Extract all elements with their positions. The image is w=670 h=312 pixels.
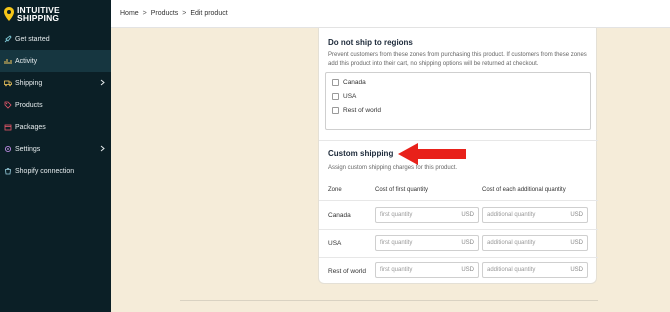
row-divider	[319, 229, 598, 230]
currency-suffix: USD	[461, 240, 474, 246]
sidebar-item-label: Settings	[15, 145, 41, 153]
column-header-additional-quantity: Cost of each additional quantity	[482, 187, 566, 193]
sidebar-item-settings[interactable]: Settings	[0, 138, 111, 160]
sidebar-item-packages[interactable]: Packages	[0, 116, 111, 138]
breadcrumb: Home > Products > Edit product	[120, 10, 228, 17]
currency-suffix: USD	[461, 267, 474, 273]
location-pin-icon	[4, 7, 14, 21]
sidebar: INTUITIVE SHIPPING Get started Activity …	[0, 0, 111, 312]
input-placeholder: first quantity	[380, 267, 413, 273]
chart-icon	[4, 57, 12, 65]
additional-quantity-input-canada[interactable]: additional quantity USD	[482, 207, 588, 223]
table-divider	[319, 200, 598, 201]
sidebar-item-shopify-connection[interactable]: Shopify connection	[0, 160, 111, 182]
breadcrumb-current: Edit product	[190, 10, 228, 17]
input-placeholder: additional quantity	[487, 240, 536, 246]
input-placeholder: additional quantity	[487, 212, 536, 218]
sidebar-item-label: Products	[15, 101, 43, 109]
sidebar-item-get-started[interactable]: Get started	[0, 28, 111, 50]
currency-suffix: USD	[570, 240, 583, 246]
checkbox[interactable]	[332, 92, 339, 100]
input-placeholder: first quantity	[380, 212, 413, 218]
zone-label-canada: Canada	[328, 212, 351, 219]
sidebar-item-shipping[interactable]: Shipping	[0, 72, 111, 94]
first-quantity-input-rest-of-world[interactable]: first quantity USD	[375, 262, 479, 278]
logo-text: INTUITIVE SHIPPING	[17, 5, 60, 23]
app-logo[interactable]: INTUITIVE SHIPPING	[0, 0, 111, 28]
region-checkbox-list: Canada USA Rest of world	[325, 72, 591, 130]
sidebar-item-label: Shipping	[15, 79, 43, 87]
column-header-zone: Zone	[328, 187, 342, 193]
breadcrumb-separator: >	[182, 10, 187, 17]
region-option-usa[interactable]: USA	[326, 89, 590, 103]
region-label: Rest of world	[343, 106, 381, 114]
first-quantity-input-canada[interactable]: first quantity USD	[375, 207, 479, 223]
box-icon	[4, 123, 12, 131]
chevron-right-icon[interactable]	[100, 145, 105, 152]
sidebar-item-label: Activity	[15, 57, 38, 65]
checkbox[interactable]	[332, 106, 339, 114]
region-option-canada[interactable]: Canada	[326, 75, 590, 89]
shopify-icon	[4, 167, 12, 175]
region-label: USA	[343, 92, 357, 100]
region-option-rest-of-world[interactable]: Rest of world	[326, 103, 590, 117]
zone-label-rest-of-world: Rest of world	[328, 268, 366, 275]
do-not-ship-description: Prevent customers from these zones from …	[328, 52, 587, 67]
sidebar-item-label: Shopify connection	[15, 167, 75, 175]
sidebar-item-label: Get started	[15, 35, 50, 43]
zone-label-usa: USA	[328, 240, 342, 247]
input-placeholder: first quantity	[380, 240, 413, 246]
row-divider	[319, 257, 598, 258]
top-bar: Home > Products > Edit product	[111, 0, 670, 28]
currency-suffix: USD	[570, 212, 583, 218]
additional-quantity-input-usa[interactable]: additional quantity USD	[482, 235, 588, 251]
sidebar-item-activity[interactable]: Activity	[0, 50, 111, 72]
sidebar-nav: Get started Activity Shipping Products P…	[0, 28, 111, 182]
sidebar-item-label: Packages	[15, 123, 46, 131]
column-header-first-quantity: Cost of first quantity	[375, 187, 429, 193]
tag-icon	[4, 101, 12, 109]
sidebar-item-products[interactable]: Products	[0, 94, 111, 116]
checkbox[interactable]	[332, 78, 339, 86]
chevron-right-icon[interactable]	[100, 79, 105, 86]
first-quantity-input-usa[interactable]: first quantity USD	[375, 235, 479, 251]
page-divider	[180, 300, 598, 301]
breadcrumb-separator: >	[142, 10, 147, 17]
currency-suffix: USD	[461, 212, 474, 218]
gear-icon	[4, 145, 12, 153]
annotation-arrow-icon	[398, 143, 466, 165]
do-not-ship-title: Do not ship to regions	[328, 38, 413, 47]
breadcrumb-home[interactable]: Home	[120, 10, 139, 17]
breadcrumb-products[interactable]: Products	[151, 10, 179, 17]
truck-icon	[4, 79, 12, 87]
custom-shipping-title: Custom shipping	[328, 149, 394, 158]
additional-quantity-input-rest-of-world[interactable]: additional quantity USD	[482, 262, 588, 278]
currency-suffix: USD	[570, 267, 583, 273]
rocket-icon	[4, 35, 12, 43]
logo-line-2: SHIPPING	[17, 13, 60, 23]
region-label: Canada	[343, 78, 366, 86]
input-placeholder: additional quantity	[487, 267, 536, 273]
